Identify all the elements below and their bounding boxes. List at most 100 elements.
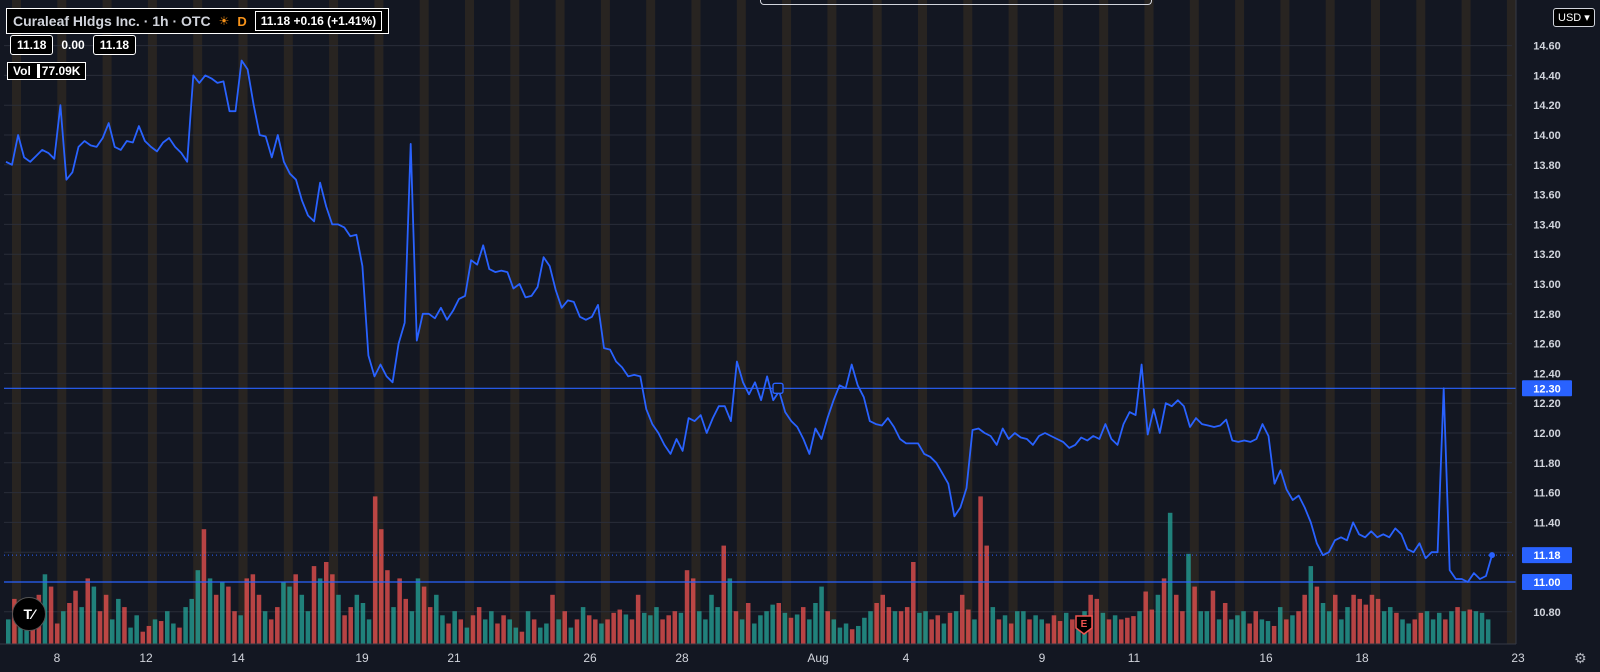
- symbol-name: Curaleaf Hldgs Inc. · 1h · OTC: [13, 13, 211, 29]
- session-stripe: [736, 0, 746, 644]
- volume-bar: [788, 617, 794, 644]
- volume-bar: [1198, 611, 1203, 644]
- volume-bar: [323, 562, 329, 644]
- volume-bar: [158, 621, 164, 644]
- volume-bar: [1106, 619, 1112, 644]
- volume-bar: [1112, 615, 1118, 644]
- volume-bar: [519, 631, 525, 644]
- volume-bar: [825, 611, 830, 644]
- price-tick-label: 10.80: [1533, 607, 1561, 619]
- volume-swatch: [36, 64, 40, 78]
- volume-bar: [1485, 619, 1491, 644]
- price-tick-label: 12.80: [1533, 309, 1561, 321]
- session-stripe: [555, 0, 565, 644]
- volume-bar: [183, 607, 188, 644]
- session-stripe: [147, 0, 157, 644]
- volume-bar: [776, 603, 782, 644]
- volume-bar: [862, 617, 867, 644]
- volume-bar: [1314, 586, 1320, 644]
- price-tick-label: 14.00: [1533, 130, 1561, 142]
- volume-bar: [641, 612, 647, 644]
- session-stripe: [1008, 0, 1018, 644]
- volume-bar: [727, 578, 733, 644]
- volume-bar: [752, 623, 757, 644]
- price-change: 11.18 +0.16 (+1.41%): [254, 11, 383, 31]
- volume-bar: [1039, 619, 1044, 644]
- volume-bar: [1180, 611, 1185, 644]
- top-toolbar[interactable]: [760, 0, 1152, 5]
- volume-bar: [1094, 598, 1100, 644]
- volume-bar: [1357, 598, 1362, 644]
- volume-bar: [6, 619, 11, 644]
- volume-bar: [452, 611, 457, 644]
- volume-bar: [593, 619, 598, 644]
- volume-bar: [1296, 611, 1301, 644]
- currency-button[interactable]: USD ▾: [1553, 8, 1595, 27]
- volume-bar: [1161, 578, 1167, 644]
- price-tick-label: 14.60: [1533, 41, 1561, 53]
- volume-bar: [703, 619, 708, 644]
- volume-bar: [739, 619, 745, 644]
- volume-bar: [580, 607, 586, 644]
- session-stripe: [283, 0, 293, 644]
- symbol-legend[interactable]: Curaleaf Hldgs Inc. · 1h · OTC ☀ D 11.18…: [6, 8, 390, 34]
- session-stripe: [238, 0, 248, 644]
- last-price-dot: [1489, 552, 1495, 559]
- volume-bar: [128, 627, 133, 644]
- volume-bar: [1057, 621, 1063, 644]
- volume-bar: [837, 627, 843, 644]
- volume-bar: [800, 607, 806, 644]
- volume-bar: [1277, 607, 1283, 644]
- volume-bar: [849, 629, 855, 644]
- volume-bar: [1210, 590, 1216, 644]
- volume-bar: [372, 496, 378, 644]
- tradingview-logo-icon[interactable]: T⁄: [12, 597, 46, 631]
- volume-bar: [238, 615, 243, 644]
- volume-bar: [525, 611, 531, 644]
- volume-bar: [54, 623, 60, 644]
- session-stripe: [193, 0, 203, 644]
- session-stripe: [1280, 0, 1290, 644]
- session-stripe: [1506, 0, 1516, 644]
- volume-bar: [745, 603, 751, 644]
- volume-bar: [617, 609, 623, 644]
- volume-bar: [666, 615, 671, 644]
- time-tick-label: 12: [139, 651, 153, 665]
- volume-bar: [843, 623, 849, 644]
- volume-bar: [256, 594, 262, 644]
- price-tick-label: 13.00: [1533, 279, 1561, 291]
- gear-icon[interactable]: ⚙: [1574, 650, 1587, 667]
- volume-bar: [874, 603, 879, 644]
- volume-bar: [911, 562, 916, 644]
- price-chart[interactable]: 10.8011.0011.2011.4011.6011.8012.0012.20…: [0, 0, 1600, 672]
- volume-bar: [1406, 623, 1411, 644]
- price-axis[interactable]: 10.8011.0011.2011.4011.6011.8012.0012.20…: [1515, 0, 1600, 644]
- volume-bar: [489, 611, 494, 644]
- volume-bar: [984, 545, 989, 644]
- volume-bar: [67, 603, 72, 644]
- volume-bar: [623, 614, 629, 644]
- volume-value: 77.09K: [41, 64, 81, 78]
- time-axis[interactable]: 8 12 14 19 21 26 28 Aug 4 9 11 16 18 23: [0, 643, 1600, 672]
- sun-icon: ☀: [218, 14, 230, 28]
- earnings-label: E: [1081, 619, 1088, 630]
- session-stripe: [57, 0, 67, 644]
- volume-bar: [1375, 598, 1381, 644]
- volume-bar: [898, 611, 904, 644]
- volume-legend[interactable]: Vol 77.09K: [7, 62, 87, 80]
- volume-bar: [831, 619, 837, 644]
- volume-bar: [1247, 623, 1252, 644]
- session-stripe: [827, 0, 837, 644]
- time-tick-label: 28: [675, 651, 689, 665]
- volume-bar: [391, 607, 396, 644]
- change-value: 0.00: [61, 38, 85, 52]
- volume-bar: [684, 570, 690, 644]
- volume-bar: [458, 619, 464, 644]
- volume-bar: [959, 594, 965, 644]
- volume-bar: [923, 611, 928, 644]
- price-line: [5, 59, 1495, 583]
- volume-bar: [470, 615, 476, 644]
- session-indicator: D: [237, 13, 247, 29]
- volume-bar: [1388, 607, 1393, 644]
- volume-bar: [207, 578, 213, 644]
